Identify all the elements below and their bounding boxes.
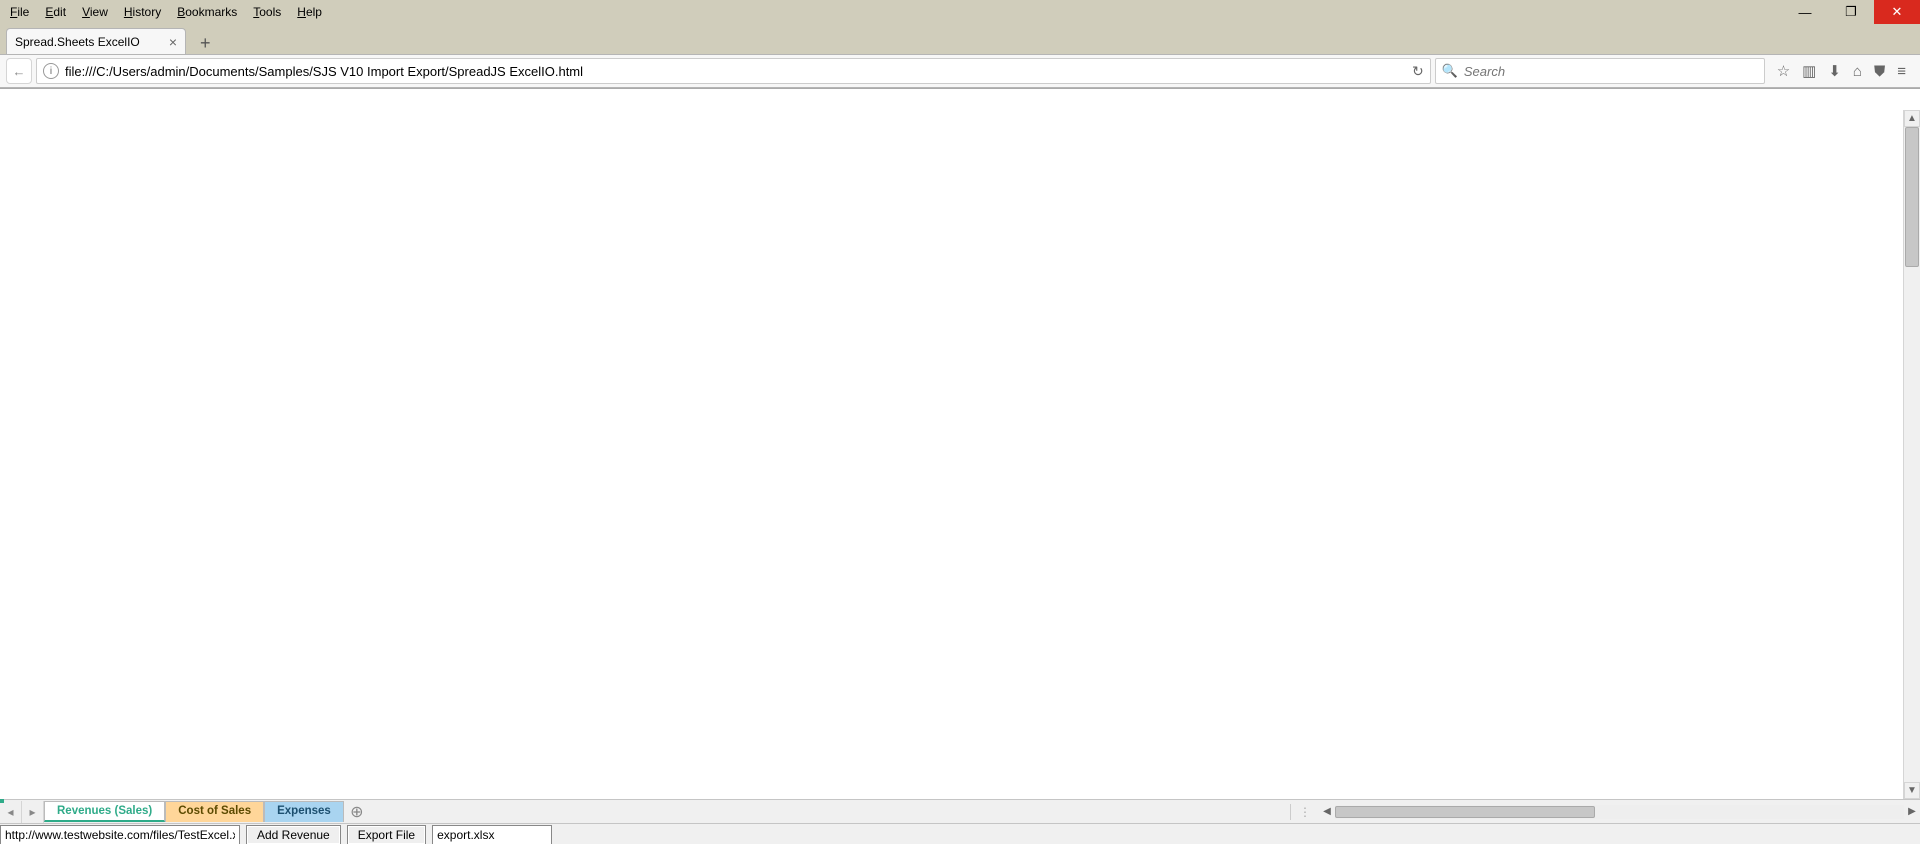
window-minimize-button[interactable]: —: [1782, 0, 1828, 24]
hscroll-thumb[interactable]: [1335, 806, 1595, 818]
home-icon[interactable]: ⌂: [1853, 63, 1862, 80]
menu-file[interactable]: File: [4, 3, 35, 21]
add-sheet-button[interactable]: ⊕: [344, 802, 370, 822]
scrollbar-thumb[interactable]: [1905, 127, 1919, 267]
site-info-icon[interactable]: i: [43, 63, 59, 79]
sheet-tab-revenues-sales-[interactable]: Revenues (Sales): [44, 801, 165, 822]
menu-bookmarks[interactable]: Bookmarks: [171, 3, 243, 21]
sheet-viewport[interactable]: [0, 89, 1920, 799]
scroll-right-icon[interactable]: ▶: [1904, 804, 1920, 820]
scroll-left-icon[interactable]: ◀: [1319, 804, 1335, 820]
url-input[interactable]: [65, 64, 1406, 79]
reload-icon[interactable]: ↻: [1412, 63, 1424, 80]
scroll-down-icon[interactable]: ▼: [1904, 782, 1920, 799]
sheet-tab-expenses[interactable]: Expenses: [264, 801, 344, 822]
window-close-button[interactable]: ✕: [1874, 0, 1920, 24]
browser-tab[interactable]: Spread.Sheets ExcelIO ×: [6, 28, 186, 54]
downloads-icon[interactable]: ⬇: [1828, 62, 1841, 80]
sheet-nav-last-icon[interactable]: ▸: [22, 801, 44, 823]
sheet-tab-cost-of-sales[interactable]: Cost of Sales: [165, 801, 264, 822]
bookmark-star-icon[interactable]: ☆: [1777, 62, 1790, 80]
hamburger-menu-icon[interactable]: ≡: [1897, 63, 1906, 80]
vertical-scrollbar[interactable]: ▲ ▼: [1903, 110, 1920, 799]
menu-help[interactable]: Help: [291, 3, 328, 21]
browser-tabstrip: Spread.Sheets ExcelIO × +: [0, 24, 1920, 54]
menu-view[interactable]: View: [76, 3, 114, 21]
close-tab-icon[interactable]: ×: [169, 34, 177, 50]
sheet-nav-first-icon[interactable]: ◂: [0, 801, 22, 823]
export-filename-input[interactable]: [432, 825, 552, 844]
browser-tab-title: Spread.Sheets ExcelIO: [15, 35, 140, 49]
menu-history[interactable]: History: [118, 3, 167, 21]
browser-toolbar: ← i ↻ 🔍 ☆ ▥ ⬇ ⌂ ⛊ ≡: [0, 54, 1920, 88]
search-input[interactable]: [1464, 64, 1758, 79]
new-tab-button[interactable]: +: [194, 33, 217, 54]
horizontal-scrollbar[interactable]: ⋮ ◀ ▶: [1290, 804, 1920, 820]
export-file-button[interactable]: Export File: [347, 825, 426, 844]
menu-edit[interactable]: Edit: [39, 3, 72, 21]
window-titlebar: FileEditViewHistoryBookmarksToolsHelp — …: [0, 0, 1920, 24]
menu-bar: FileEditViewHistoryBookmarksToolsHelp: [0, 3, 328, 21]
search-bar[interactable]: 🔍: [1435, 58, 1765, 84]
scroll-up-icon[interactable]: ▲: [1904, 110, 1920, 127]
menu-tools[interactable]: Tools: [247, 3, 287, 21]
app-footer: Add Revenue Export File: [0, 823, 1920, 844]
sheet-tab-bar: ◂ ▸ Revenues (Sales)Cost of SalesExpense…: [0, 799, 1920, 823]
toolbar-icons: ☆ ▥ ⬇ ⌂ ⛊ ≡: [1769, 62, 1914, 80]
pocket-icon[interactable]: ⛊: [1874, 63, 1885, 80]
reader-icon[interactable]: ▥: [1802, 62, 1816, 80]
window-maximize-button[interactable]: ❐: [1828, 0, 1874, 24]
search-icon: 🔍: [1442, 63, 1458, 79]
back-button[interactable]: ←: [6, 58, 32, 84]
load-file-input[interactable]: [0, 825, 240, 844]
address-bar[interactable]: i ↻: [36, 58, 1431, 84]
spreadsheet: ▲ ▼: [0, 88, 1920, 799]
add-revenue-button[interactable]: Add Revenue: [246, 825, 341, 844]
